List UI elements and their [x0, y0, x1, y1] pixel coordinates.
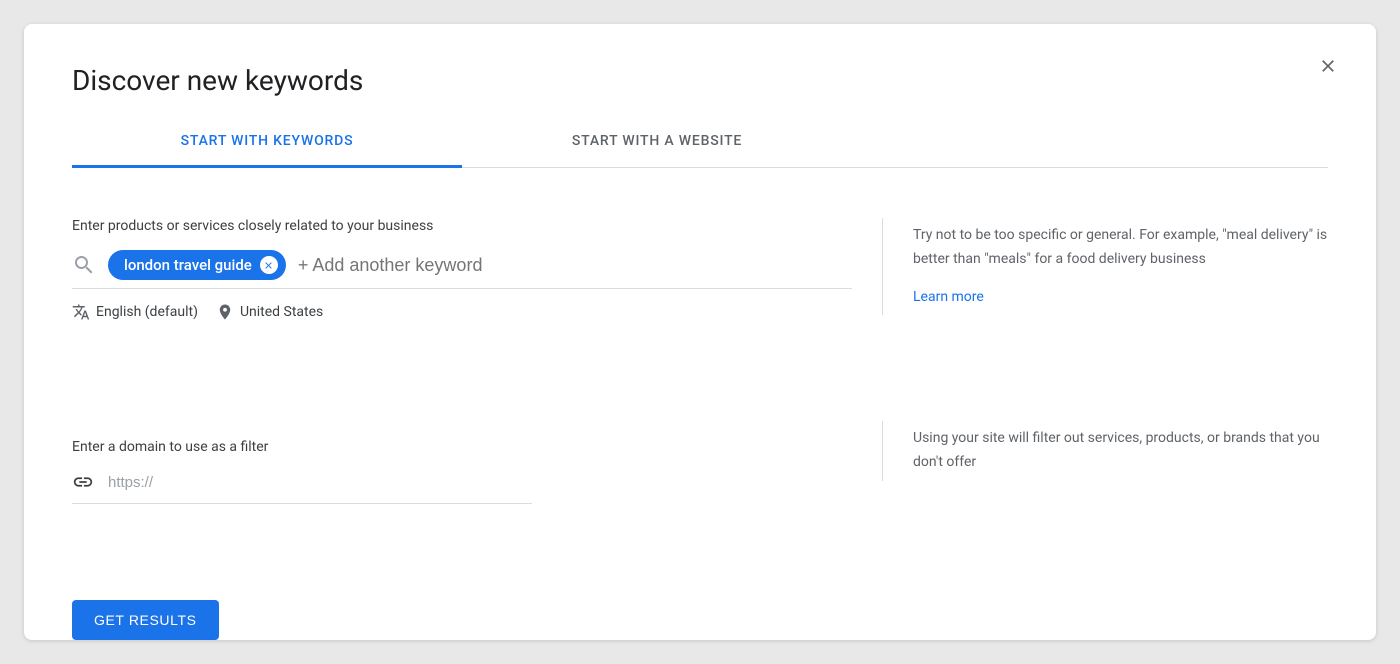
keyword-input-row: london travel guide	[72, 250, 852, 289]
location-label: United States	[240, 304, 323, 320]
keyword-planner-card: Discover new keywords START WITH KEYWORD…	[24, 24, 1376, 640]
search-icon	[72, 253, 96, 277]
close-icon	[263, 260, 274, 271]
domain-section-label: Enter a domain to use as a filter	[72, 439, 852, 455]
add-keyword-input[interactable]	[298, 255, 852, 276]
tabs: START WITH KEYWORDS START WITH A WEBSITE	[72, 117, 1328, 168]
keyword-tip-text: Try not to be too specific or general. F…	[913, 224, 1328, 272]
domain-tip-text: Using your site will filter out services…	[913, 427, 1328, 475]
location-selector[interactable]: United States	[216, 303, 323, 321]
keyword-chip: london travel guide	[108, 250, 286, 280]
learn-more-link[interactable]: Learn more	[913, 286, 1328, 310]
chip-remove-button[interactable]	[260, 256, 278, 274]
domain-input[interactable]	[108, 474, 532, 491]
domain-tip-box: Using your site will filter out services…	[882, 421, 1328, 481]
meta-row: English (default) United States	[72, 303, 852, 321]
keyword-tip-box: Try not to be too specific or general. F…	[882, 218, 1328, 315]
close-button[interactable]	[1308, 46, 1348, 86]
language-label: English (default)	[96, 304, 198, 320]
tab-start-with-website[interactable]: START WITH A WEBSITE	[462, 117, 852, 168]
keyword-section-label: Enter products or services closely relat…	[72, 218, 852, 234]
get-results-button[interactable]: GET RESULTS	[72, 600, 219, 640]
tab-start-with-keywords[interactable]: START WITH KEYWORDS	[72, 117, 462, 168]
close-icon	[1318, 56, 1338, 76]
language-selector[interactable]: English (default)	[72, 303, 198, 321]
domain-input-row	[72, 471, 532, 504]
location-icon	[216, 303, 234, 321]
link-icon	[72, 471, 94, 493]
page-title: Discover new keywords	[72, 64, 1328, 97]
keyword-chip-label: london travel guide	[124, 256, 252, 274]
translate-icon	[72, 303, 90, 321]
